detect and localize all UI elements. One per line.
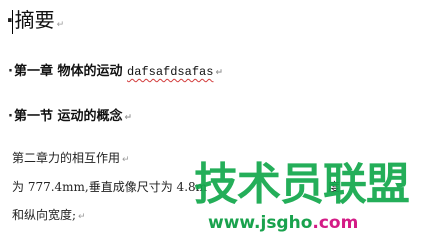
- chapter-heading-text: 第一章 物体的运动: [13, 64, 128, 79]
- body-paragraph-1: 第二章力的相互作用 ↵: [12, 150, 130, 168]
- body-text: 为 777.4mm,垂直成像尺寸为 4.8m: [12, 180, 208, 194]
- bullet-icon: ·: [6, 8, 14, 32]
- paragraph-mark-icon: ↵: [215, 68, 223, 78]
- watermark-url-main: www.jsgho: [208, 213, 313, 233]
- paragraph-mark-icon: ↵: [78, 212, 86, 222]
- paragraph-mark-icon: ↵: [124, 113, 133, 123]
- section-heading-text: 第一节 运动的概念: [13, 109, 123, 124]
- bullet-icon: ·: [8, 64, 13, 79]
- section-heading: ·第一节 运动的概念 ↵: [8, 108, 132, 127]
- abstract-title-text: 摘要: [14, 8, 55, 32]
- body-paragraph-3: 和纵向宽度; ↵: [12, 207, 86, 225]
- document-page[interactable]: ·摘要 ↵ ·第一章 物体的运动 dafsafdsafas ↵ ·第一节 运动的概念…: [0, 0, 427, 239]
- paragraph-mark-icon: ↵: [122, 155, 130, 165]
- body-text: 第二章力的相互作用: [12, 151, 121, 165]
- paragraph-mark-icon: ↵: [56, 20, 65, 30]
- watermark-text: 技术员联盟: [194, 159, 410, 210]
- site-watermark: 技术员联盟 www.jsgho.com: [194, 160, 427, 239]
- bullet-icon: ·: [8, 109, 13, 124]
- misspelled-word[interactable]: dafsafdsafas: [127, 65, 213, 79]
- watermark-url-tld: .com: [312, 213, 359, 233]
- abstract-title: ·摘要 ↵: [6, 6, 64, 39]
- body-text: 和纵向宽度;: [12, 208, 77, 222]
- watermark-url: www.jsgho.com: [208, 212, 358, 234]
- chapter-heading: ·第一章 物体的运动 dafsafdsafas ↵: [8, 63, 223, 82]
